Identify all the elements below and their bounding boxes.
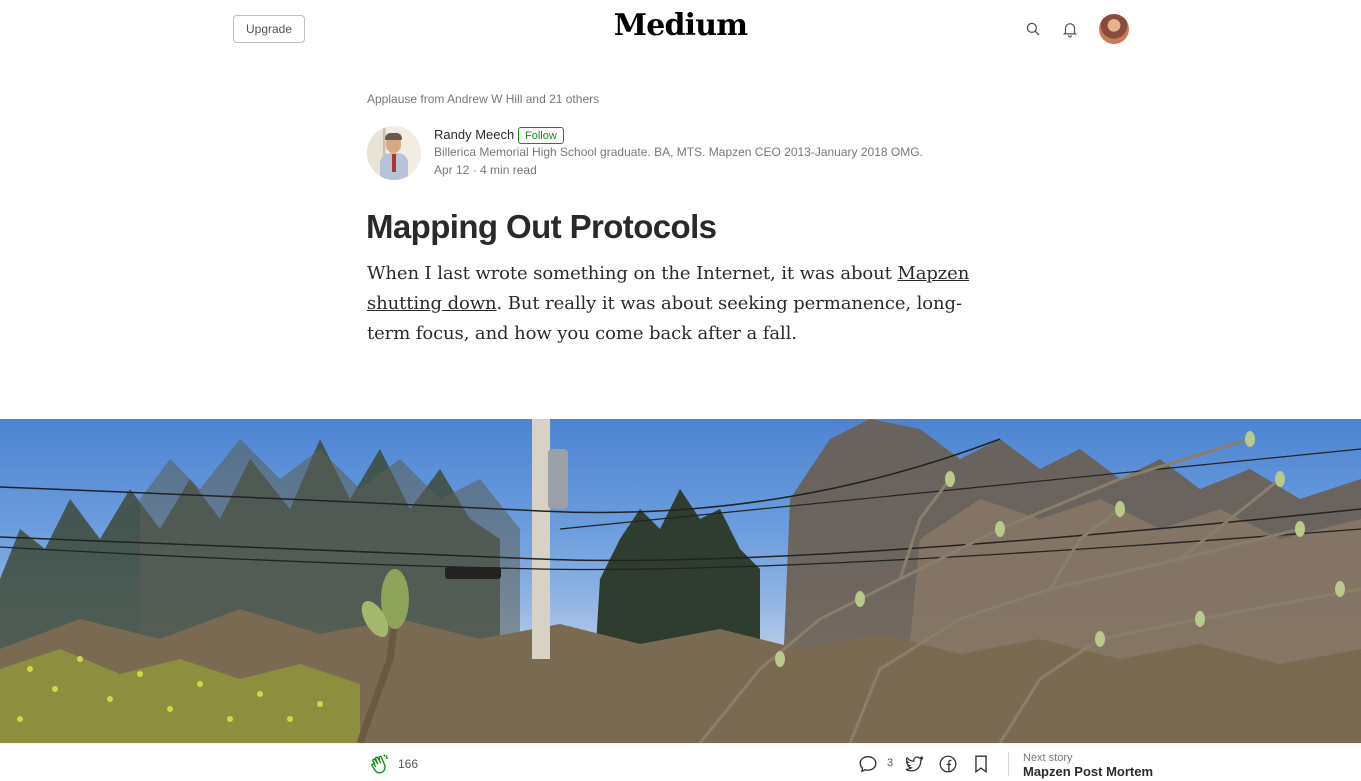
notifications-bell-icon[interactable] [1059, 18, 1081, 40]
follow-button[interactable]: Follow [518, 127, 564, 144]
top-nav: Upgrade Medium [0, 0, 1361, 58]
bottom-action-bar: 166 3 Next story Mapzen Post Mortem [0, 743, 1361, 781]
responses-icon[interactable] [857, 753, 879, 775]
user-avatar[interactable] [1099, 14, 1129, 44]
footer-divider [1008, 752, 1009, 776]
facebook-share-icon[interactable] [937, 753, 959, 775]
applause-attribution: Applause from Andrew W Hill and 21 other… [367, 92, 600, 106]
hero-image [0, 419, 1361, 743]
response-count: 3 [887, 757, 894, 769]
post-date[interactable]: Apr 12 [434, 163, 469, 177]
author-avatar[interactable] [367, 126, 421, 180]
clap-count: 166 [398, 757, 419, 771]
body-text-part1: When I last wrote something on the Inter… [367, 263, 898, 284]
author-bio: Billerica Memorial High School graduate.… [434, 145, 923, 159]
post-title: Mapping Out Protocols [366, 208, 717, 245]
search-icon[interactable] [1022, 18, 1044, 40]
medium-logo[interactable]: Medium [560, 8, 801, 43]
next-story-link[interactable]: Mapzen Post Mortem [1023, 764, 1153, 779]
clap-icon[interactable] [368, 752, 392, 776]
read-time: 4 min read [480, 163, 537, 177]
bookmark-icon[interactable] [970, 753, 992, 775]
post-body-paragraph: When I last wrote something on the Inter… [367, 259, 997, 349]
next-story-label: Next story [1023, 752, 1073, 764]
upgrade-button[interactable]: Upgrade [233, 15, 305, 43]
post-meta: Apr 12 · 4 min read [434, 163, 537, 177]
meta-separator: · [472, 163, 477, 177]
author-name-link[interactable]: Randy Meech [434, 127, 514, 142]
twitter-share-icon[interactable] [903, 753, 925, 775]
